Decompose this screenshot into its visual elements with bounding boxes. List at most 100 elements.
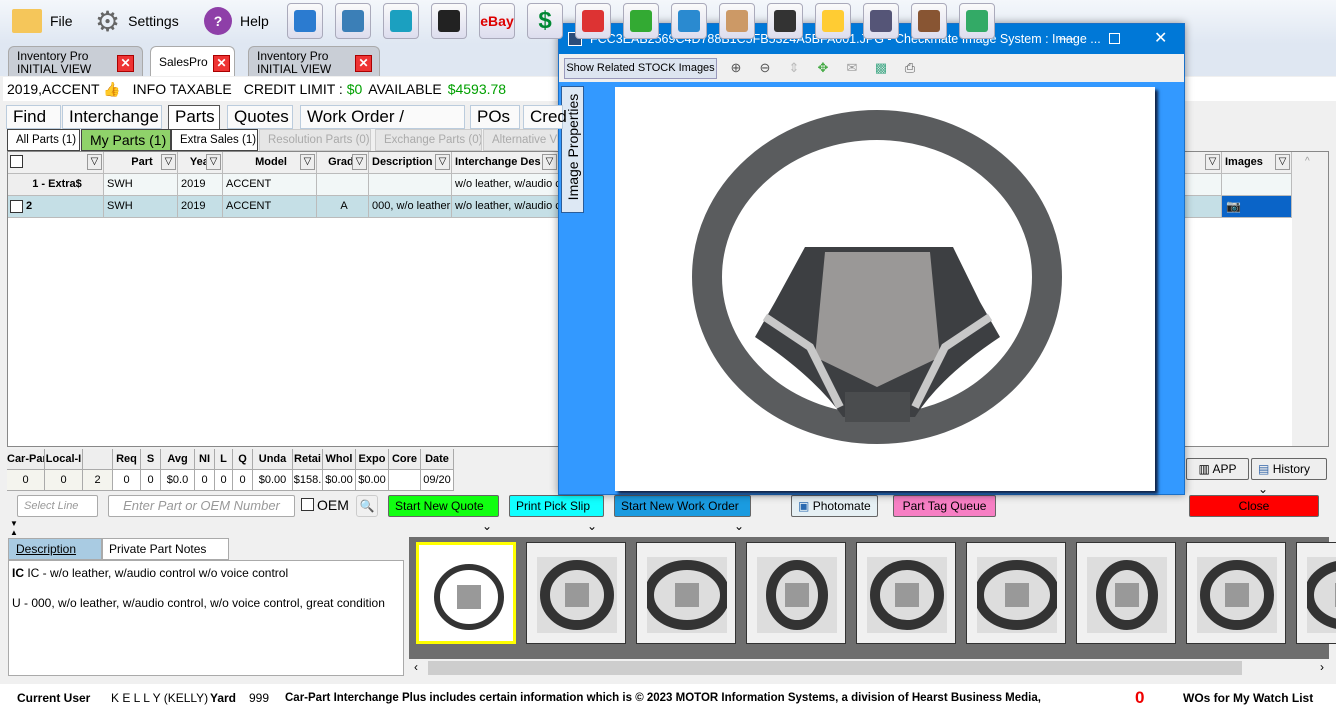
thumbnail-scrollbar[interactable]: ‹ ›: [410, 659, 1328, 677]
agent-icon[interactable]: [719, 3, 755, 39]
column-header[interactable]: Grade ▽: [317, 152, 369, 174]
image-thumbnail[interactable]: [416, 542, 516, 644]
watch-list-count[interactable]: 0: [1135, 684, 1144, 712]
tab-parts[interactable]: Parts: [168, 105, 220, 130]
print-pick-slip-button[interactable]: Print Pick Slip ⌄: [509, 495, 604, 533]
watch-list-label[interactable]: WOs for My Watch List: [1183, 684, 1313, 712]
part-tag-queue-button[interactable]: Part Tag Queue: [893, 495, 996, 517]
column-header[interactable]: Images ▽: [1222, 152, 1292, 174]
tab-private-part-notes[interactable]: Private Part Notes: [102, 538, 229, 560]
settings-menu[interactable]: ⚙ Settings: [95, 6, 179, 37]
close-tab-icon[interactable]: ✕: [213, 55, 230, 72]
subtab-0[interactable]: All Parts (1): [7, 129, 80, 151]
grid-cell[interactable]: 1 - Extra$: [8, 174, 104, 196]
row-checkbox[interactable]: [10, 200, 23, 213]
filter-icon[interactable]: ▽: [352, 154, 367, 170]
image-thumbnail[interactable]: [856, 542, 956, 644]
grid-scrollbar[interactable]: ^: [1292, 152, 1328, 446]
grid-cell[interactable]: 2019: [178, 174, 223, 196]
close-button[interactable]: Close: [1189, 495, 1319, 517]
tab-description[interactable]: Description: [8, 538, 102, 560]
images-icon[interactable]: [383, 3, 419, 39]
show-related-stock-images-button[interactable]: Show Related STOCK Images: [564, 58, 717, 79]
part-number-input[interactable]: Enter Part or OEM Number: [108, 495, 295, 517]
image-thumbnail[interactable]: [1186, 542, 1286, 644]
image-thumbnail[interactable]: [526, 542, 626, 644]
tab-interchange[interactable]: Interchange: [62, 105, 162, 129]
grid-cell[interactable]: w/o leather, w/audio c: [452, 174, 559, 196]
filter-icon[interactable]: ▽: [1205, 154, 1220, 170]
grid-cell[interactable]: 2019: [178, 196, 223, 218]
grid-cell[interactable]: [317, 174, 369, 196]
filter-icon[interactable]: ▽: [161, 154, 176, 170]
filter-icon[interactable]: ▽: [300, 154, 315, 170]
filter-icon[interactable]: ▽: [206, 154, 221, 170]
close-icon[interactable]: ✕: [1154, 24, 1167, 54]
image-thumbnail[interactable]: [636, 542, 736, 644]
grid-cell[interactable]: SWH: [104, 196, 178, 218]
column-header[interactable]: Interchange Des ▽: [452, 152, 559, 174]
tab-inventory-pro-1[interactable]: Inventory Pro INITIAL VIEW ✕: [8, 46, 143, 76]
close-tab-icon[interactable]: ✕: [355, 55, 372, 72]
search-icon[interactable]: 🔍: [356, 495, 378, 517]
filter-icon[interactable]: ▽: [435, 154, 450, 170]
lock-icon[interactable]: [815, 3, 851, 39]
close-tab-icon[interactable]: ✕: [117, 55, 134, 72]
image-thumbnail[interactable]: [1296, 542, 1336, 644]
subtab-3[interactable]: Resolution Parts (0): [259, 129, 371, 151]
subtab-5[interactable]: Alternative Ve: [483, 129, 558, 151]
column-header[interactable]: Description ▽: [369, 152, 452, 174]
photomate-button[interactable]: ▣ Photomate: [791, 495, 878, 517]
history-button[interactable]: ▤ History ⌄: [1251, 458, 1327, 496]
subtab-4[interactable]: Exchange Parts (0): [375, 129, 482, 151]
select-all-checkbox[interactable]: [10, 155, 23, 168]
start-new-quote-button[interactable]: Start New Quote ⌄: [388, 495, 499, 533]
school-icon[interactable]: [767, 3, 803, 39]
start-new-work-order-button[interactable]: Start New Work Order ⌄: [614, 495, 751, 533]
grid-cell[interactable]: 000, w/o leather: [369, 196, 452, 218]
tab-inventory-pro-2[interactable]: Inventory Pro INITIAL VIEW ✕: [248, 46, 380, 76]
tab-pos[interactable]: POs: [470, 105, 520, 129]
zoom-in-icon[interactable]: ⊕: [725, 57, 747, 79]
column-header[interactable]: ▽: [8, 152, 104, 174]
red-app-icon[interactable]: [575, 3, 611, 39]
email-icon[interactable]: ✉: [841, 57, 863, 79]
collapse-down-icon[interactable]: ▼: [10, 519, 18, 528]
grid-cell[interactable]: [369, 174, 452, 196]
green-app-icon[interactable]: [623, 3, 659, 39]
filter-icon[interactable]: ▽: [87, 154, 102, 170]
print-icon[interactable]: ⎙: [899, 57, 921, 79]
collapse-up-icon[interactable]: ▲: [10, 528, 18, 537]
terminal-icon[interactable]: [431, 3, 467, 39]
app-button[interactable]: ▥ APP: [1186, 458, 1249, 480]
move-icon[interactable]: ⇕: [783, 57, 805, 79]
fit-icon[interactable]: ✥: [812, 57, 834, 79]
tab-salespro[interactable]: SalesPro ✕: [150, 46, 235, 76]
tab-cred[interactable]: Cred: [523, 105, 567, 129]
tab-work-order-invoice[interactable]: Work Order / Invoice: [300, 105, 465, 148]
select-line-input[interactable]: Select Line: [17, 495, 98, 517]
subtab-1[interactable]: My Parts (1): [81, 129, 171, 151]
column-header[interactable]: Model ▽: [223, 152, 317, 174]
register-icon[interactable]: [863, 3, 899, 39]
tab-find[interactable]: Find: [6, 105, 61, 129]
clipboard-icon[interactable]: [911, 3, 947, 39]
ebay-icon[interactable]: eBay: [479, 3, 515, 39]
report-icon[interactable]: [671, 3, 707, 39]
oem-checkbox[interactable]: [301, 498, 314, 511]
camera-icon[interactable]: 📷: [1226, 199, 1241, 213]
dollar-icon[interactable]: $: [527, 3, 563, 39]
grid-cell[interactable]: A: [317, 196, 369, 218]
column-header[interactable]: Part ▽: [104, 152, 178, 174]
tab-quotes[interactable]: Quotes: [227, 105, 293, 129]
image-thumbnail[interactable]: [966, 542, 1066, 644]
grid-cell[interactable]: [1222, 174, 1292, 196]
minimize-icon[interactable]: —: [1059, 24, 1075, 54]
grid-cell[interactable]: w/o leather, w/audio c: [452, 196, 559, 218]
filter-icon[interactable]: ▽: [542, 154, 557, 170]
chart-icon[interactable]: [335, 3, 371, 39]
image-thumbnail[interactable]: [1076, 542, 1176, 644]
help-menu[interactable]: ? Help: [204, 6, 269, 36]
refresh-icon[interactable]: [959, 3, 995, 39]
grid-cell[interactable]: ACCENT: [223, 174, 317, 196]
